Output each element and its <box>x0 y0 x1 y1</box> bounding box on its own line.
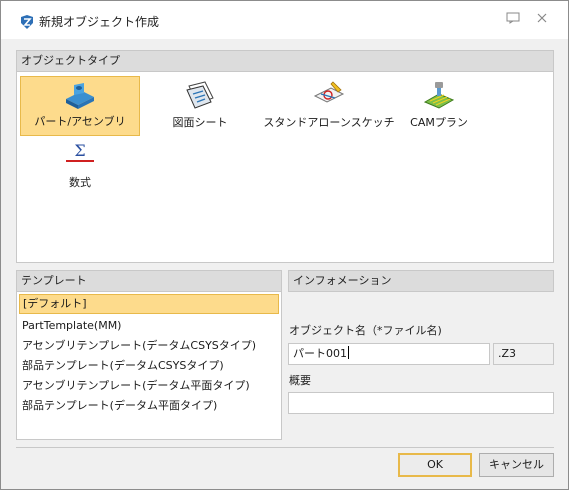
help-icon[interactable] <box>505 12 521 28</box>
template-list: [デフォルト] PartTemplate(MM) アセンブリテンプレート(データ… <box>16 292 282 440</box>
text-caret <box>348 346 349 359</box>
template-item[interactable]: 部品テンプレート(データム平面タイプ) <box>19 396 279 416</box>
cam-plan-icon <box>423 82 455 109</box>
object-name-input[interactable]: パート001 <box>288 343 490 365</box>
type-formula[interactable]: Σ 数式 <box>20 136 140 196</box>
part-assembly-icon <box>66 83 94 109</box>
file-extension-field: .Z3 <box>493 343 554 365</box>
footer-divider <box>16 447 554 448</box>
cancel-button[interactable]: キャンセル <box>479 453 554 477</box>
type-label: 数式 <box>69 176 91 189</box>
template-item[interactable]: [デフォルト] <box>19 294 279 314</box>
object-name-value: パート001 <box>293 347 347 360</box>
object-type-header: オブジェクトタイプ <box>16 50 554 72</box>
window-title: 新規オブジェクト作成 <box>39 15 160 29</box>
summary-label: 概要 <box>289 374 311 387</box>
standalone-sketch-icon <box>313 81 345 103</box>
ok-button[interactable]: OK <box>398 453 472 477</box>
type-drawing-sheet[interactable]: 図面シート <box>140 76 260 136</box>
object-name-label: オブジェクト名（*ファイル名) <box>289 324 442 337</box>
app-logo-icon <box>21 15 33 29</box>
type-label: パート/アセンブリ <box>34 115 126 128</box>
template-header: テンプレート <box>16 270 282 292</box>
new-object-dialog: 新規オブジェクト作成 オブジェクトタイプ パート/アセンブリ 図面シート スタン… <box>0 0 569 490</box>
template-item[interactable]: 部品テンプレート(データムCSYSタイプ) <box>19 356 279 376</box>
type-cam-plan[interactable]: CAMプラン <box>379 76 499 136</box>
drawing-sheet-icon <box>186 81 214 109</box>
close-icon[interactable] <box>534 12 550 28</box>
type-standalone-sketch[interactable]: スタンドアローンスケッチ <box>259 76 399 136</box>
type-label: 図面シート <box>172 116 228 129</box>
template-item[interactable]: アセンブリテンプレート(データムCSYSタイプ) <box>19 336 279 356</box>
type-label: CAMプラン <box>410 116 468 129</box>
type-part-assembly[interactable]: パート/アセンブリ <box>20 76 140 136</box>
information-header: インフォメーション <box>288 270 554 292</box>
object-type-list: パート/アセンブリ 図面シート スタンドアローンスケッチ CAMプラン Σ 数式 <box>16 72 554 263</box>
title-bar: 新規オブジェクト作成 <box>1 1 568 39</box>
svg-text:Σ: Σ <box>74 141 85 160</box>
sigma-icon: Σ <box>66 141 94 162</box>
template-item[interactable]: PartTemplate(MM) <box>19 316 279 336</box>
summary-input[interactable] <box>288 392 554 414</box>
type-label: スタンドアローンスケッチ <box>263 116 395 129</box>
template-item[interactable]: アセンブリテンプレート(データム平面タイプ) <box>19 376 279 396</box>
